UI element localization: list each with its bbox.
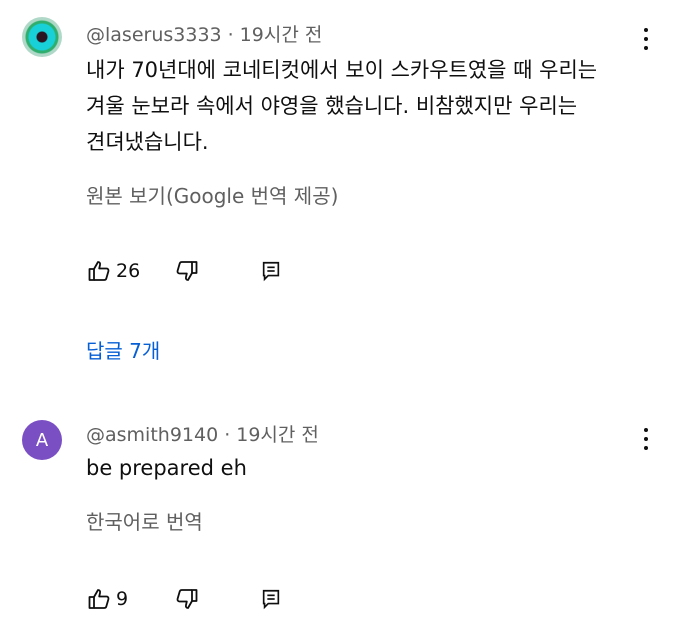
comment-text-line: 겨울 눈보라 속에서 야영을 했습니다. 비참했지만 우리는 <box>86 94 578 118</box>
comment-meta: @asmith9140 · 19시간 전 <box>86 420 319 447</box>
author-name[interactable]: @laserus3333 <box>86 24 222 46</box>
more-vertical-icon[interactable] <box>634 24 658 54</box>
comment-meta: @laserus3333 · 19시간 전 <box>86 20 322 47</box>
thumbs-up-icon[interactable] <box>86 586 112 612</box>
view-replies-button[interactable]: 답글 7개 <box>86 335 160 364</box>
separator: · <box>227 24 234 46</box>
translation-toggle[interactable]: 원본 보기(Google 번역 제공) <box>86 180 338 209</box>
translation-toggle[interactable]: 한국어로 번역 <box>86 506 203 535</box>
comment-actions: 26 <box>86 258 284 284</box>
thumbs-up-icon[interactable] <box>86 258 112 284</box>
comment-actions: 9 <box>86 586 284 612</box>
reply-icon[interactable] <box>258 586 284 612</box>
comment-text-line: 내가 70년대에 코네티컷에서 보이 스카우트였을 때 우리는 <box>86 58 598 82</box>
avatar[interactable]: A <box>22 420 62 460</box>
separator: · <box>224 424 231 446</box>
reply-icon[interactable] <box>258 258 284 284</box>
timestamp[interactable]: 19시간 전 <box>236 424 319 446</box>
comment-text: 내가 70년대에 코네티컷에서 보이 스카우트였을 때 우리는 겨울 눈보라 속… <box>86 52 646 160</box>
avatar[interactable] <box>22 17 62 57</box>
comment-text: be prepared eh <box>86 450 646 486</box>
timestamp[interactable]: 19시간 전 <box>240 24 323 46</box>
comment-text-line: be prepared eh <box>86 456 247 480</box>
author-name[interactable]: @asmith9140 <box>86 424 218 446</box>
like-count: 9 <box>116 588 129 610</box>
thumbs-down-icon[interactable] <box>174 258 200 284</box>
comment-text-line: 견뎌냈습니다. <box>86 130 209 154</box>
like-count: 26 <box>116 260 141 282</box>
avatar-letter: A <box>35 429 49 451</box>
thumbs-down-icon[interactable] <box>174 586 200 612</box>
